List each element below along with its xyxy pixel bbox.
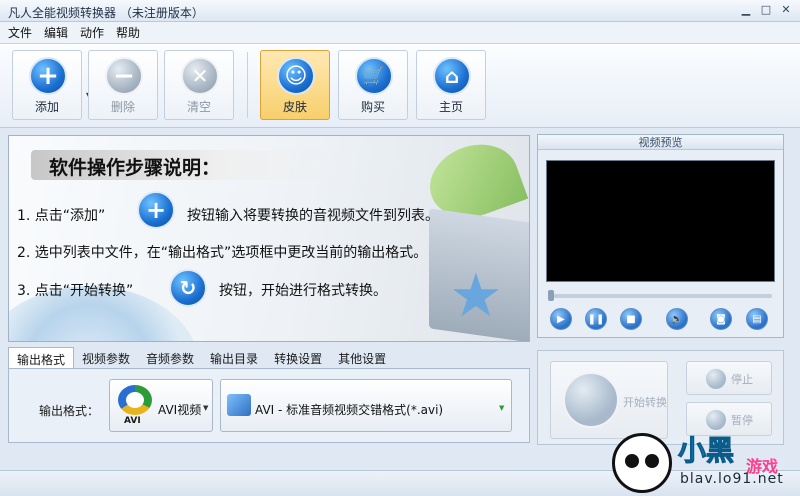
seek-bar[interactable] [548,294,772,298]
guide-title: 软件操作步骤说明： [49,157,221,179]
preview-title: 视频预览 [538,135,783,150]
step-3-text: 按钮，开始进行格式转换。 [219,283,387,299]
stop-button[interactable]: 停止 [686,361,772,395]
close-icon[interactable]: ✕ [778,3,794,17]
profile-value: AVI - 标准音频视频交错格式(*.avi) [255,403,444,417]
home-button[interactable]: ⌂ 主页 [416,50,486,120]
step-2-text: 2. 选中列表中文件，在“输出格式”选项框中更改当前的输出格式。 [17,245,428,261]
buy-label: 购买 [360,100,385,114]
window-controls: ▁ □ ✕ [738,3,794,17]
minus-icon: − [105,57,143,95]
output-format-label: 输出格式： [39,404,100,418]
video-preview-panel: 视频预览 ▶ ❚❚ ■ 🔈 ◙ ▤ [537,134,784,338]
video-screen [546,160,775,282]
menu-edit[interactable]: 编辑 [44,24,68,41]
delete-label: 删除 [110,100,135,114]
menu-help[interactable]: 帮助 [116,24,140,41]
window-title: 凡人全能视频转换器 （未注册版本） [8,6,204,20]
panda-logo-icon [612,433,672,493]
tab-output-format[interactable]: 输出格式 [8,347,75,369]
add-button[interactable]: + ▼ 添加 [12,50,92,120]
tab-output-dir[interactable]: 输出目录 [202,347,266,369]
menu-bar: 文件 编辑 动作 帮助 [0,22,800,44]
skin-label: 皮肤 [282,100,307,114]
step-1-prefix: 1. 点击“添加” [17,208,106,224]
format-select[interactable]: AVI AVI视频 ▼ [109,379,213,432]
x-icon: ✕ [181,57,219,95]
convert-icon: ↻ [169,269,207,307]
skin-button[interactable]: ☺ 皮肤 [260,50,330,120]
chevron-down-icon: ▼ [203,404,209,412]
clear-button[interactable]: ✕ 清空 [164,50,234,120]
plus-icon: + [29,57,67,95]
output-format-panel: 输出格式： AVI AVI视频 ▼ AVI - 标准音频视频交错格式(*.avi… [8,368,530,443]
stop-icon[interactable]: ■ [620,308,642,330]
avi-logo-text: AVI [124,416,141,426]
format-value: AVI视频 [158,403,202,417]
menu-file[interactable]: 文件 [8,24,32,41]
avi-icon [118,385,152,415]
home-icon: ⌂ [433,57,471,95]
cart-icon: 🛒 [355,57,393,95]
convert-icon [563,372,619,428]
toolbar-divider [247,52,248,118]
step-3-prefix: 3. 点击“开始转换” [17,283,134,299]
step-1-text: 按钮输入将要转换的音视频文件到列表。 [187,208,439,224]
volume-icon[interactable]: 🔈 [666,308,688,330]
watermark-url: blav.lo91.net [680,471,784,487]
cube-icon [227,394,251,416]
smiley-icon: ☺ [277,57,315,95]
home-label: 主页 [438,100,463,114]
star-icon: ★ [449,261,503,331]
chevron-down-icon: ▼ [499,404,505,412]
settings-tabs: 输出格式 视频参数 音频参数 输出目录 转换设置 其他设置 [8,347,394,369]
site-watermark: 小黑 游戏 blav.lo91.net [606,425,800,496]
toolbar: + ▼ 添加 − 删除 ✕ 清空 ☺ 皮肤 🛒 购买 ⌂ 主页 [0,44,800,128]
tab-audio-params[interactable]: 音频参数 [138,347,202,369]
folder-icon[interactable]: ▤ [746,308,768,330]
menu-action[interactable]: 动作 [80,24,104,41]
tab-other-settings[interactable]: 其他设置 [330,347,394,369]
buy-button[interactable]: 🛒 购买 [338,50,408,120]
instructions-panel: ★ 软件操作步骤说明： 1. 点击“添加” + 按钮输入将要转换的音视频文件到列… [8,135,530,342]
start-convert-label: 开始转换 [623,396,667,409]
stop-icon [705,368,727,390]
title-bar: 凡人全能视频转换器 （未注册版本） ▁ □ ✕ [0,0,800,22]
stop-label: 停止 [731,373,753,386]
clear-label: 清空 [186,100,211,114]
pause-icon[interactable]: ❚❚ [585,308,607,330]
profile-select[interactable]: AVI - 标准音频视频交错格式(*.avi) ▼ [220,379,512,432]
play-icon[interactable]: ▶ [550,308,572,330]
plus-icon: + [137,191,175,229]
delete-button[interactable]: − 删除 [88,50,158,120]
watermark-brand: 小黑 [677,434,735,468]
minimize-icon[interactable]: ▁ [738,3,754,17]
seek-handle[interactable] [548,290,554,301]
add-label: 添加 [34,100,59,114]
snapshot-icon[interactable]: ◙ [710,308,732,330]
maximize-icon[interactable]: □ [758,3,774,17]
tab-convert-settings[interactable]: 转换设置 [266,347,330,369]
tab-video-params[interactable]: 视频参数 [74,347,138,369]
